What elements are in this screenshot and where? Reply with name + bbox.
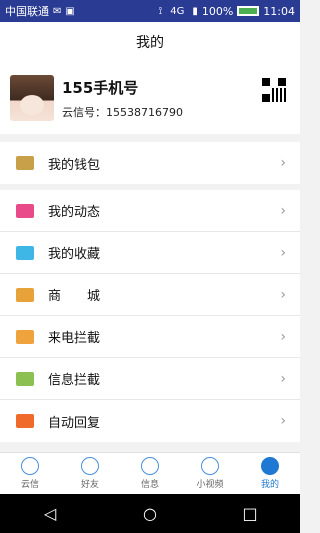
- video-icon: [201, 457, 219, 475]
- me-icon: [261, 457, 279, 475]
- network-label: 4G: [170, 5, 185, 17]
- carrier-label: 中国联通: [5, 5, 49, 18]
- menu-item-label: 我的动态: [48, 205, 101, 220]
- menu-item-label: 自动回复: [48, 415, 101, 431]
- message-block-icon: [16, 371, 34, 386]
- menu-item-label: 我的收藏: [48, 247, 101, 262]
- qr-code-icon[interactable]: [262, 78, 286, 102]
- bottom-tab-bar: 云信 好友 信息 小视频 我的: [0, 452, 300, 494]
- tab-label: 好友: [80, 480, 99, 490]
- favorites-icon: [16, 245, 34, 260]
- menu-item[interactable]: 来电拦截 ›: [0, 316, 300, 358]
- menu-group-wallet: 我的钱包 ›: [0, 142, 300, 184]
- tab-label: 我的: [260, 480, 279, 490]
- chevron-right-icon: ›: [280, 244, 286, 261]
- chevron-right-icon: ›: [280, 286, 286, 303]
- battery-percent: 100%: [201, 4, 234, 18]
- recents-icon[interactable]: □: [240, 504, 260, 524]
- tab-me[interactable]: 我的: [240, 453, 300, 494]
- chevron-right-icon: ›: [280, 413, 286, 429]
- battery-icon: [237, 6, 260, 16]
- tab-label: 小视频: [196, 480, 224, 490]
- menu-item[interactable]: 我的钱包 ›: [0, 142, 300, 184]
- tab-video[interactable]: 小视频: [180, 453, 240, 494]
- tab-message[interactable]: 信息: [120, 453, 180, 494]
- page-title: 我的: [0, 22, 300, 62]
- home-icon[interactable]: ○: [140, 504, 160, 524]
- vibrate-icon: ⟟: [158, 5, 163, 17]
- chevron-right-icon: ›: [280, 155, 286, 171]
- chevron-right-icon: ›: [280, 328, 286, 345]
- tab-label: 信息: [140, 480, 159, 490]
- system-nav-bar: ◁ ○ □: [0, 494, 300, 533]
- tab-chat[interactable]: 云信: [0, 453, 60, 494]
- wallet-icon: [16, 156, 34, 170]
- profile-card[interactable]: 155手机号 云信号：15538716790: [0, 62, 300, 134]
- tab-label: 云信: [20, 480, 39, 490]
- menu-item[interactable]: 信息拦截 ›: [0, 358, 300, 400]
- profile-name: 155手机号: [62, 78, 139, 97]
- menu-item-label: 来电拦截: [48, 331, 101, 346]
- status-bar: 中国联通 ✉ ▣ ⟟ 4G ▮ 100% 11:04: [0, 0, 300, 22]
- avatar[interactable]: [10, 75, 54, 121]
- chevron-right-icon: ›: [280, 202, 286, 219]
- profile-id: 云信号：15538716790: [62, 105, 183, 119]
- time-label: 11:04: [263, 4, 295, 18]
- menu-item-label: 信息拦截: [48, 373, 101, 388]
- menu-item-label: 我的钱包: [48, 157, 101, 173]
- menu-item[interactable]: 商 城 ›: [0, 274, 300, 316]
- chevron-right-icon: ›: [280, 370, 286, 387]
- menu-item[interactable]: 我的收藏 ›: [0, 232, 300, 274]
- back-icon[interactable]: ◁: [40, 504, 60, 524]
- friends-icon: [81, 457, 99, 475]
- call-block-icon: [16, 329, 34, 344]
- tab-friends[interactable]: 好友: [60, 453, 120, 494]
- message-icon: [141, 457, 159, 475]
- auto-reply-icon: [16, 414, 34, 428]
- signal-icon: ▮: [192, 5, 198, 17]
- shop-icon: [16, 287, 34, 302]
- menu-group-features: 我的动态 › 我的收藏 › 商 城 › 来电拦截 › 信息拦截 › 自动回复 ›: [0, 190, 300, 442]
- moments-icon: [16, 203, 34, 218]
- chat-icon: [21, 457, 39, 475]
- menu-item[interactable]: 自动回复 ›: [0, 400, 300, 442]
- menu-item-label: 商 城: [48, 289, 101, 304]
- menu-item[interactable]: 我的动态 ›: [0, 190, 300, 232]
- image-icon: ▣: [65, 5, 75, 17]
- notification-icon: ✉: [53, 5, 62, 17]
